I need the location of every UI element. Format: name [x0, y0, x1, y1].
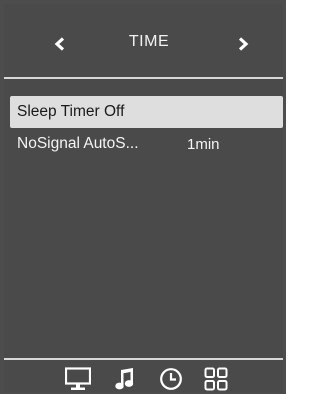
next-page-button[interactable] — [233, 34, 253, 54]
header-divider — [4, 77, 283, 79]
menu-list: Sleep Timer Off NoSignal AutoS... 1min — [4, 96, 283, 160]
nav-picture-button[interactable] — [65, 366, 91, 392]
clock-icon — [160, 368, 182, 390]
menu-item-nosignal-autostandby[interactable]: NoSignal AutoS... 1min — [10, 128, 283, 160]
time-menu-panel: TIME Sleep Timer Off NoSignal AutoS... 1… — [4, 4, 283, 393]
menu-item-sleep-timer[interactable]: Sleep Timer Off — [10, 96, 283, 128]
osd-screen: TIME Sleep Timer Off NoSignal AutoS... 1… — [0, 0, 286, 394]
chevron-right-icon — [238, 37, 249, 51]
menu-title: TIME — [128, 33, 170, 50]
menu-item-label: NoSignal AutoS... — [17, 135, 139, 152]
menu-item-label: Sleep Timer Off — [17, 103, 125, 120]
prev-page-button[interactable] — [50, 34, 70, 54]
footer-divider — [4, 358, 283, 360]
nav-apps-button[interactable] — [203, 366, 229, 392]
music-note-icon — [115, 368, 134, 390]
chevron-left-icon — [54, 37, 65, 51]
bottom-nav-bar — [4, 362, 283, 393]
menu-item-value: 1min — [187, 135, 220, 153]
nav-sound-button[interactable] — [112, 366, 138, 392]
monitor-icon — [65, 367, 91, 390]
menu-header: TIME — [4, 4, 283, 80]
nav-time-button[interactable] — [158, 366, 184, 392]
apps-grid-icon — [204, 367, 228, 391]
